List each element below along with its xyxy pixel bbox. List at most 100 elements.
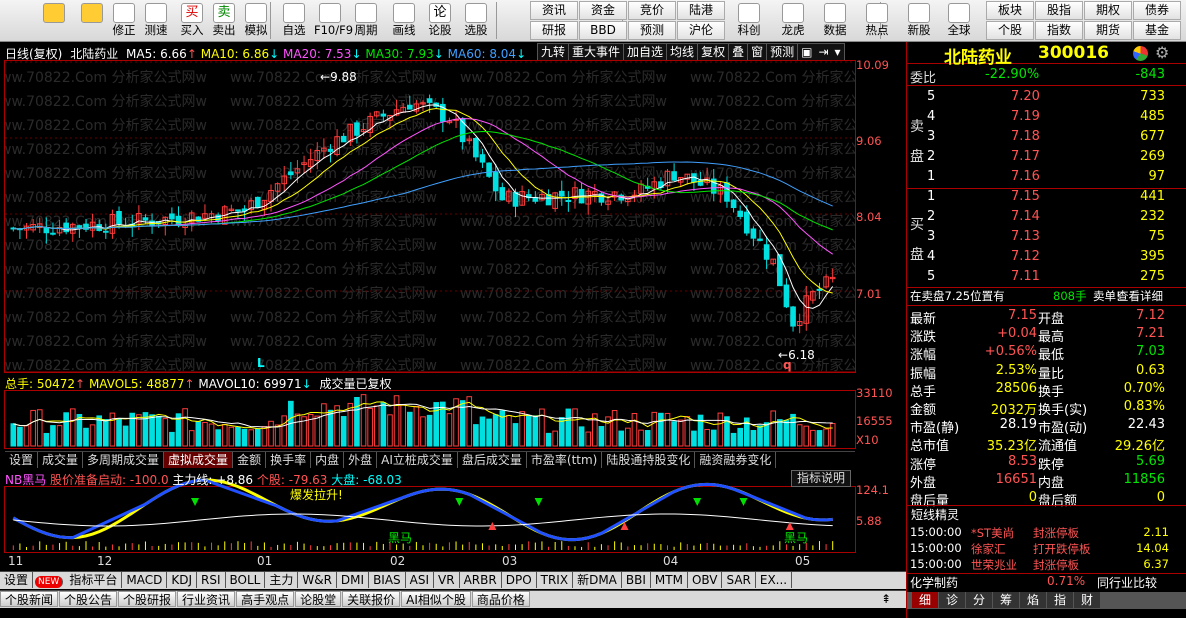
buy-level-4[interactable]: 4 7.12 395 — [907, 249, 1186, 268]
toolbar-link-0[interactable]: 资讯 — [530, 1, 578, 20]
bottom-tab-1[interactable]: NEW — [35, 576, 64, 588]
ind-tab-11[interactable]: 陆股通持股变化 — [602, 452, 696, 468]
ind-tab-7[interactable]: 外盘 — [344, 452, 378, 468]
toolbar-link-3[interactable]: 债券 — [1133, 1, 1181, 20]
sell-level-5[interactable]: 5 7.20 733 — [907, 89, 1186, 108]
bottom-tab-9[interactable]: DMI — [337, 572, 370, 588]
ind-tab-12[interactable]: 融资融券变化 — [695, 452, 777, 468]
bottom-tab-4[interactable]: KDJ — [167, 572, 197, 588]
hammer-button[interactable]: 模拟 — [240, 0, 272, 41]
info-tab-8[interactable]: 商品价格 — [471, 591, 530, 607]
draw-button[interactable]: 画线 — [388, 0, 420, 41]
toolbar-link-2[interactable]: 预测 — [628, 21, 676, 40]
toolbar-link-1[interactable]: BBD — [579, 21, 627, 40]
quote-tab-5[interactable]: 指 — [1047, 592, 1073, 608]
bottom-tab-21[interactable]: EX... — [756, 572, 793, 588]
toolbar-link-0[interactable]: 个股 — [986, 21, 1034, 40]
chart-canvas[interactable]: ww.70822.Com 分析家公式网w — [0, 42, 906, 618]
toolbar-link-3[interactable]: 基金 — [1133, 21, 1181, 40]
ind-tab-3[interactable]: 虚拟成交量 — [164, 452, 234, 468]
toolbar-link-2[interactable]: 期权 — [1084, 1, 1132, 20]
quote-tab-2[interactable]: 分 — [966, 592, 992, 608]
ind-tab-1[interactable]: 成交量 — [38, 452, 84, 468]
toolbar-link-1[interactable]: 股指 — [1035, 1, 1083, 20]
sell-level-4[interactable]: 4 7.19 485 — [907, 109, 1186, 128]
indicator-desc-button[interactable]: 指标说明 — [791, 470, 851, 487]
toolbar-link-1[interactable]: 资金 — [579, 1, 627, 20]
toolbar-link-3[interactable]: 陆港 — [677, 1, 725, 20]
pie-icon[interactable] — [1133, 46, 1148, 61]
ind-tab-4[interactable]: 金额 — [233, 452, 267, 468]
info-tab-4[interactable]: 高手观点 — [236, 591, 295, 607]
toolbar-link-2[interactable]: 期货 — [1084, 21, 1132, 40]
quote-tab-6[interactable]: 财 — [1074, 592, 1100, 608]
toolbar-link-3[interactable]: 沪伦 — [677, 21, 725, 40]
sector-name[interactable]: 化学制药 — [910, 574, 958, 591]
quote-tab-4[interactable]: 焰 — [1020, 592, 1046, 608]
bottom-tab-2[interactable]: 指标平台 — [65, 572, 123, 588]
info-tab-5[interactable]: 论股堂 — [295, 591, 342, 607]
ind-tab-5[interactable]: 换手率 — [266, 452, 312, 468]
ind-tab-8[interactable]: AI立桩成交量 — [377, 452, 458, 468]
bottom-tab-10[interactable]: BIAS — [369, 572, 406, 588]
bottom-tab-14[interactable]: DPO — [502, 572, 537, 588]
bottom-tab-3[interactable]: MACD — [122, 572, 168, 588]
ind-tab-6[interactable]: 内盘 — [311, 452, 345, 468]
sell-level-3[interactable]: 3 7.18 677 — [907, 129, 1186, 148]
sell-level-2[interactable]: 2 7.17 269 — [907, 149, 1186, 168]
ind-tab-10[interactable]: 市盈率(ttm) — [527, 452, 603, 468]
ind-tab-0[interactable]: 设置 — [5, 452, 39, 468]
sector-compare[interactable]: 同行业比较 — [1097, 574, 1157, 591]
collapse-icon[interactable]: ⇞ — [874, 592, 898, 606]
buy-level-2[interactable]: 2 7.14 232 — [907, 209, 1186, 228]
pe-button[interactable]: 数据 — [816, 0, 854, 41]
bottom-tab-11[interactable]: ASI — [406, 572, 435, 588]
sell-button[interactable]: 卖卖出 — [208, 0, 240, 41]
toolbar-link-1[interactable]: 指数 — [1035, 21, 1083, 40]
ind-name[interactable]: NB黑马 — [5, 473, 46, 487]
info-tab-0[interactable]: 个股新闻 — [0, 591, 59, 607]
hot-button[interactable]: 热点 — [858, 0, 896, 41]
f10-button[interactable]: F10/F9 — [314, 0, 353, 41]
dragon-button[interactable]: 龙虎 — [774, 0, 812, 41]
kline-button[interactable]: 科创 — [730, 0, 768, 41]
select-button[interactable]: 自选 — [278, 0, 310, 41]
quote-tab-0[interactable]: 细 — [912, 592, 938, 608]
bottom-tab-17[interactable]: BBI — [622, 572, 651, 588]
toolbar-link-0[interactable]: 板块 — [986, 1, 1034, 20]
bottom-tab-18[interactable]: MTM — [651, 572, 688, 588]
alert-detail-link[interactable]: 查看详细 — [1117, 288, 1163, 304]
quote-tab-3[interactable]: 筹 — [993, 592, 1019, 608]
info-tab-2[interactable]: 个股研报 — [118, 591, 177, 607]
ind-tab-2[interactable]: 多周期成交量 — [83, 452, 165, 468]
argue-button[interactable]: 论论股 — [424, 0, 456, 41]
globe-button[interactable]: 全球 — [940, 0, 978, 41]
clock-button[interactable]: 测速 — [140, 0, 172, 41]
cycle-button[interactable]: 周期 — [350, 0, 382, 41]
bottom-tab-20[interactable]: SAR — [722, 572, 756, 588]
buy-level-1[interactable]: 1 7.15 441 — [907, 189, 1186, 208]
bottom-tab-16[interactable]: 新DMA — [573, 572, 622, 588]
buy-level-3[interactable]: 3 7.13 75 — [907, 229, 1186, 248]
buy-level-5[interactable]: 5 7.11 275 — [907, 269, 1186, 288]
bottom-tab-13[interactable]: ARBR — [460, 572, 502, 588]
info-tab-6[interactable]: 关联报价 — [342, 591, 401, 607]
up-down-button[interactable] — [76, 0, 108, 41]
toolbar-link-0[interactable]: 研报 — [530, 21, 578, 40]
pick-button[interactable]: 选股 — [460, 0, 492, 41]
bottom-tab-15[interactable]: TRIX — [537, 572, 574, 588]
ipo-button[interactable]: 新股 — [900, 0, 938, 41]
info-tab-1[interactable]: 个股公告 — [59, 591, 118, 607]
buy-button[interactable]: 买买入 — [176, 0, 208, 41]
repair-button[interactable]: 修正 — [108, 0, 140, 41]
toolbar-link-2[interactable]: 竞价 — [628, 1, 676, 20]
info-tab-3[interactable]: 行业资讯 — [177, 591, 236, 607]
gear-icon[interactable]: ⚙ — [1155, 43, 1169, 62]
bottom-tab-7[interactable]: 主力 — [265, 572, 299, 588]
quote-tab-1[interactable]: 诊 — [939, 592, 965, 608]
bottom-tab-5[interactable]: RSI — [197, 572, 226, 588]
bottom-tab-8[interactable]: W&R — [298, 572, 337, 588]
bottom-tab-12[interactable]: VR — [434, 572, 460, 588]
back-arrow-button[interactable] — [38, 0, 70, 41]
bottom-tab-6[interactable]: BOLL — [226, 572, 266, 588]
